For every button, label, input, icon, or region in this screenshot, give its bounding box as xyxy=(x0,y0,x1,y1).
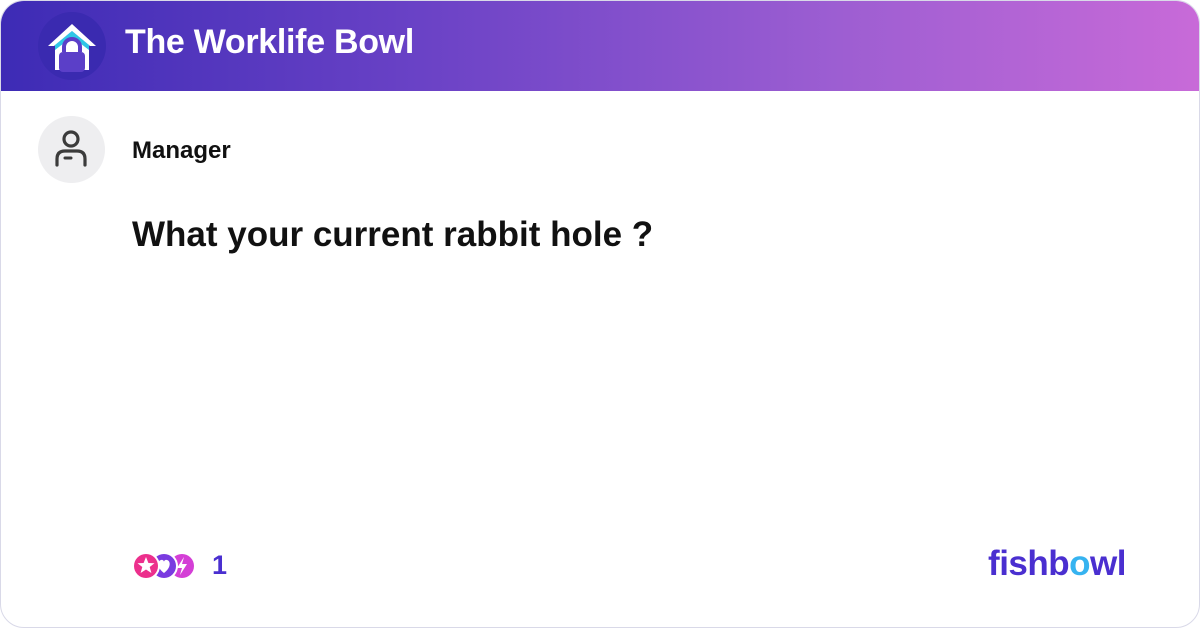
fishbowl-logo[interactable]: fishbowl xyxy=(988,544,1126,584)
post-question[interactable]: What your current rabbit hole ? xyxy=(132,215,653,255)
avatar[interactable] xyxy=(38,116,105,183)
brand-suffix: wl xyxy=(1090,544,1126,583)
reaction-count: 1 xyxy=(212,550,228,580)
author-name[interactable]: Manager xyxy=(132,137,231,165)
reaction-icons[interactable] xyxy=(129,548,201,584)
post-card: The Worklife Bowl Manager What your curr… xyxy=(0,0,1200,628)
bowl-header: The Worklife Bowl xyxy=(1,1,1199,91)
user-icon xyxy=(55,130,87,167)
house-lock-icon xyxy=(38,12,106,80)
brand-accent: o xyxy=(1069,544,1091,583)
star-reaction-icon xyxy=(132,552,160,580)
bowl-title[interactable]: The Worklife Bowl xyxy=(125,23,414,62)
brand-prefix: fishb xyxy=(988,544,1070,583)
